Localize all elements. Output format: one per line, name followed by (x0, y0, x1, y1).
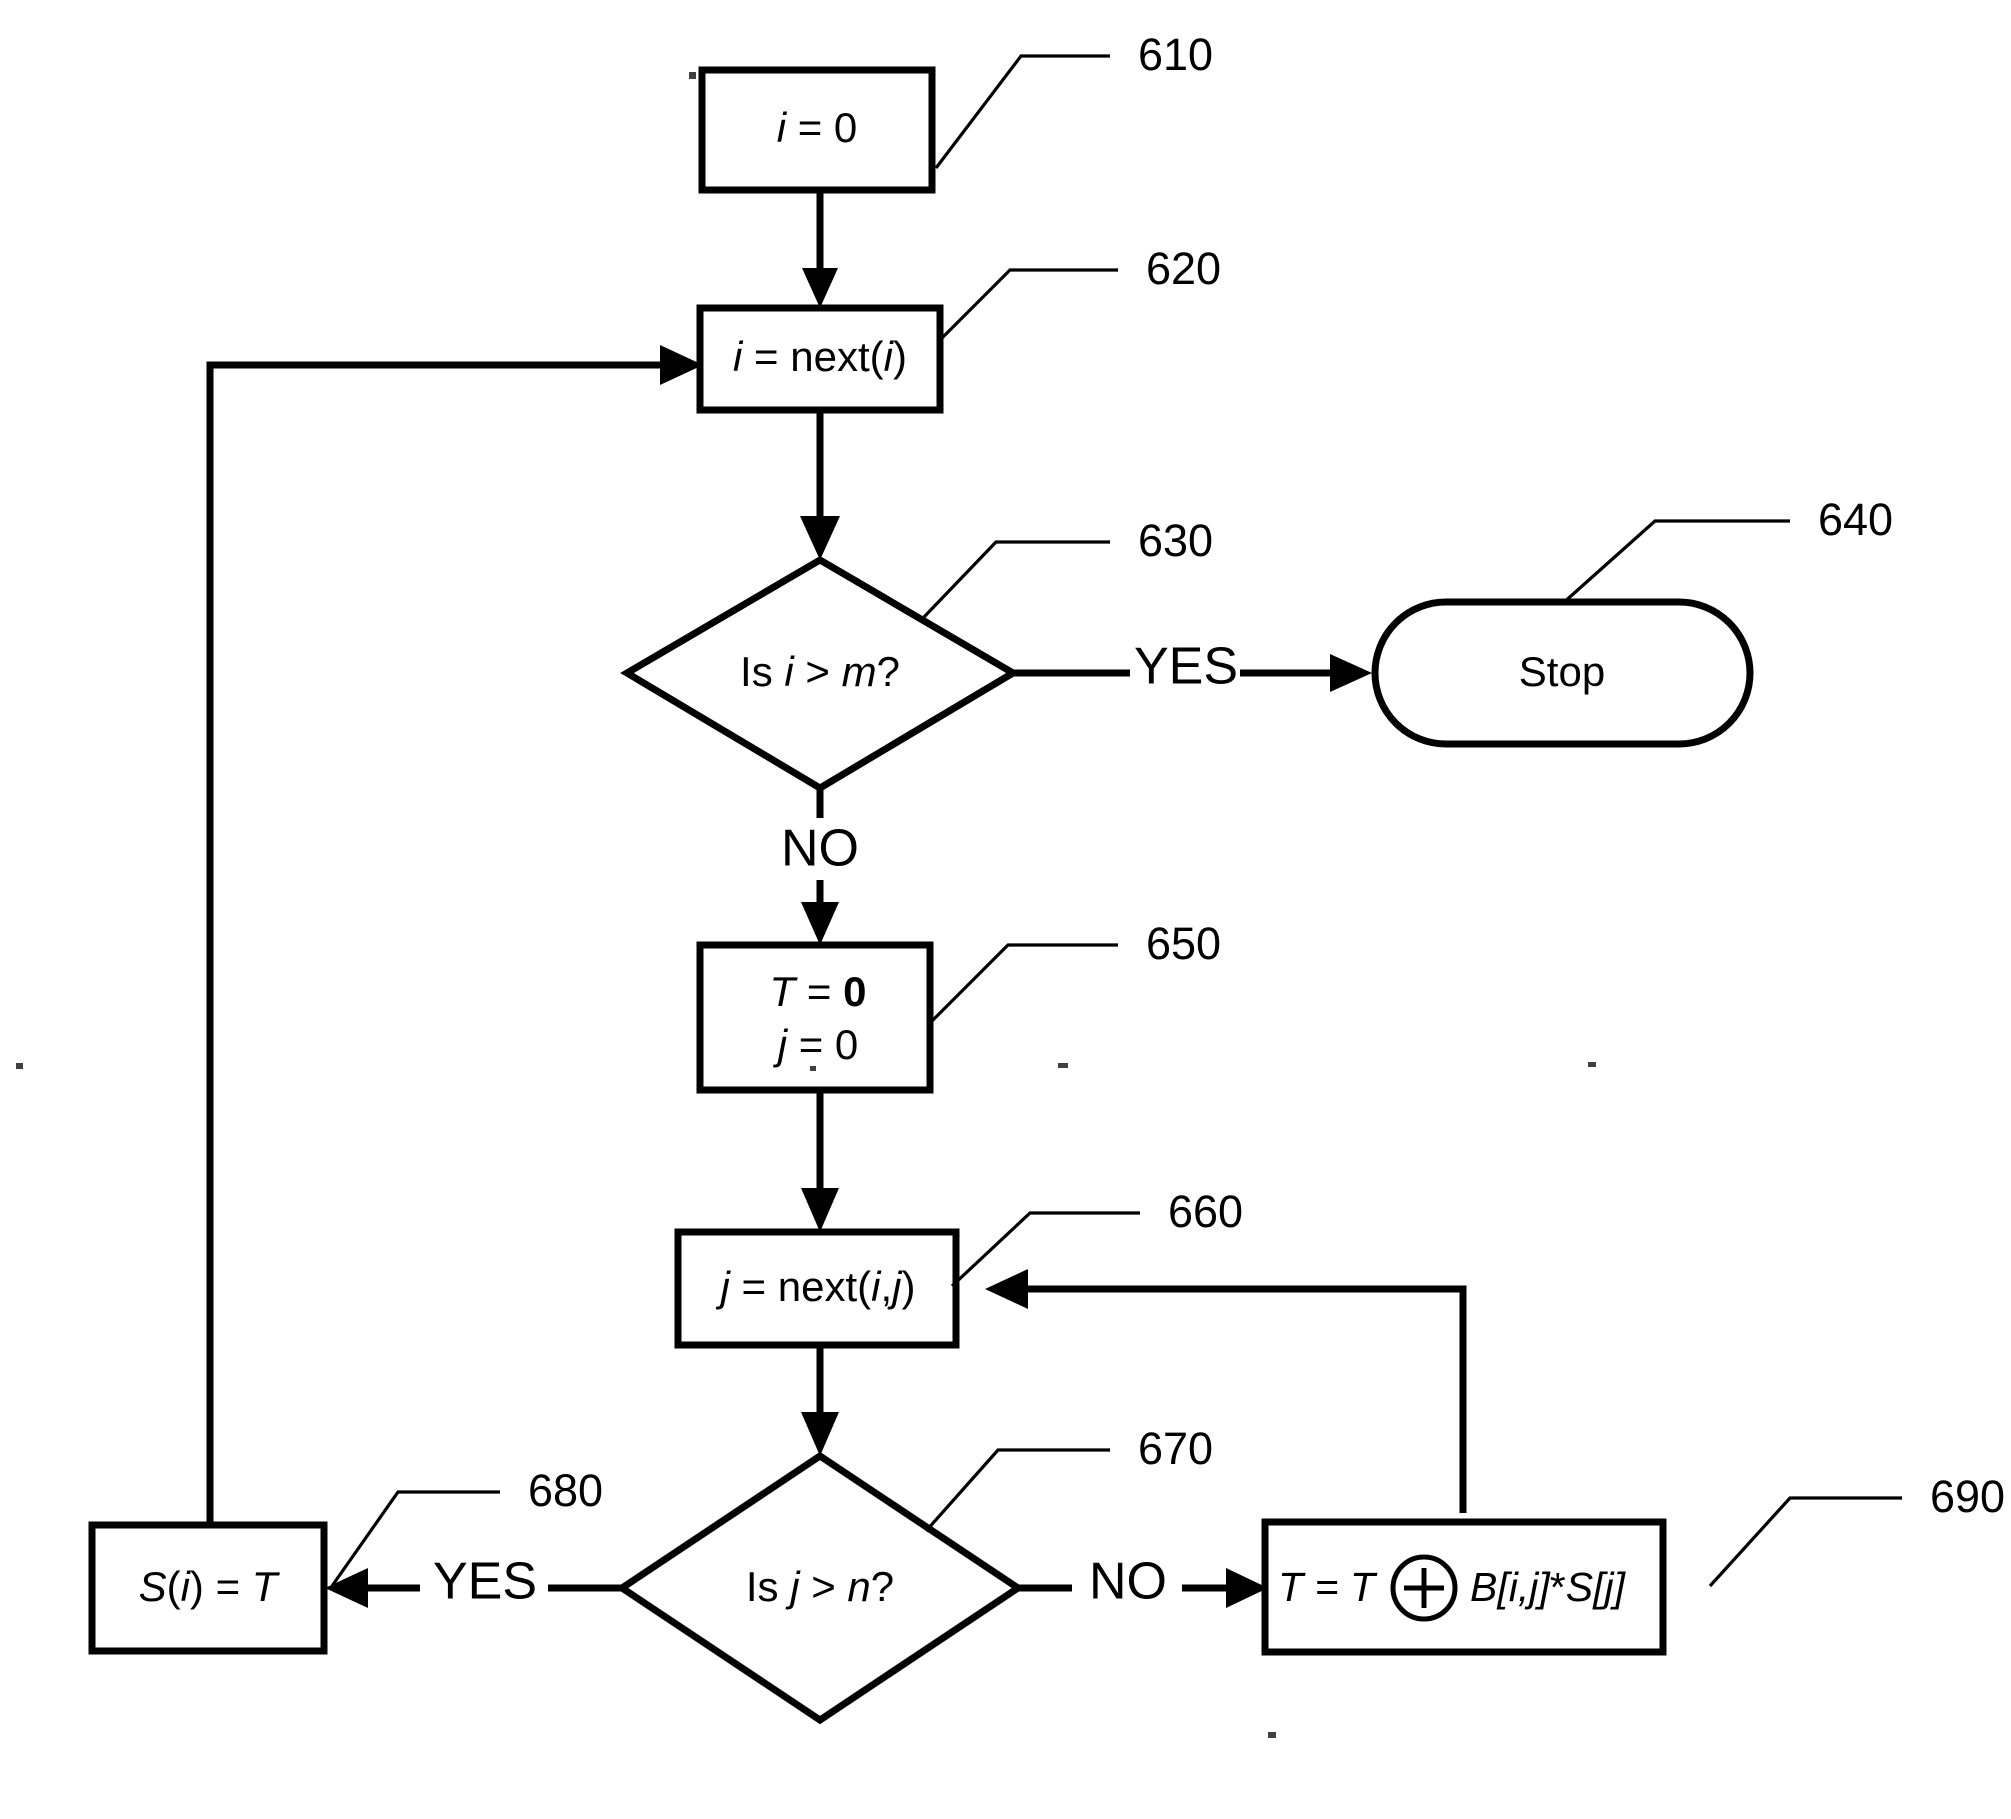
branch-label-no-670: NO (1089, 1553, 1167, 1611)
leader-650 (928, 943, 1118, 1025)
node-690-label-rhs: B[i,j]*S[j] (1470, 1564, 1627, 1610)
node-670-label: Is j > n? (746, 1563, 894, 1610)
node-640-label: Stop (1519, 648, 1605, 695)
branch-label-yes-630: YES (1134, 638, 1238, 696)
branch-label-yes-670: YES (433, 1553, 537, 1611)
edge-680-to-620-loop (206, 345, 703, 1525)
edge-660-to-670 (801, 1345, 839, 1456)
leader-610 (934, 54, 1110, 169)
ref-numeral-620: 620 (1146, 243, 1221, 294)
ref-numeral-690: 690 (1930, 1471, 2005, 1522)
ref-numeral-670: 670 (1138, 1423, 1213, 1474)
node-650-label-line1: T = 0 (770, 968, 867, 1015)
leader-620 (938, 268, 1118, 342)
node-660-label: j = next(i,j) (716, 1263, 916, 1310)
edge-650-to-660-line (801, 1090, 839, 1232)
edge-620-to-630 (800, 410, 840, 560)
node-690-label-lhs: T = T (1278, 1564, 1378, 1610)
leader-690 (1708, 1496, 1902, 1588)
node-610-label: i = 0 (777, 104, 858, 151)
flowchart-svg: i = 0 i = next(i) Is i > m? Stop T = 0 j… (16, 29, 2005, 1738)
edge-610-to-620 (802, 190, 838, 308)
flowchart-canvas: i = 0 i = next(i) Is i > m? Stop T = 0 j… (0, 0, 2011, 1819)
ref-numeral-630: 630 (1138, 515, 1213, 566)
node-620-label: i = next(i) (733, 333, 907, 380)
ref-numeral-680: 680 (528, 1465, 603, 1516)
leader-640 (1560, 519, 1790, 606)
ref-numeral-650: 650 (1146, 918, 1221, 969)
leader-670 (924, 1448, 1110, 1533)
ref-numeral-610: 610 (1138, 29, 1213, 80)
leader-660 (950, 1211, 1140, 1288)
branch-label-no-630: NO (781, 820, 859, 878)
circled-plus-icon (1390, 1554, 1458, 1622)
node-680-label: S(i) = T (139, 1563, 281, 1610)
node-650-label-line2: j = 0 (773, 1021, 859, 1068)
leader-630 (922, 540, 1110, 619)
ref-numeral-660: 660 (1168, 1186, 1243, 1237)
edge-690-to-660-loop (985, 1269, 1467, 1513)
node-630-label: Is i > m? (740, 648, 900, 695)
ref-numeral-640: 640 (1818, 494, 1893, 545)
